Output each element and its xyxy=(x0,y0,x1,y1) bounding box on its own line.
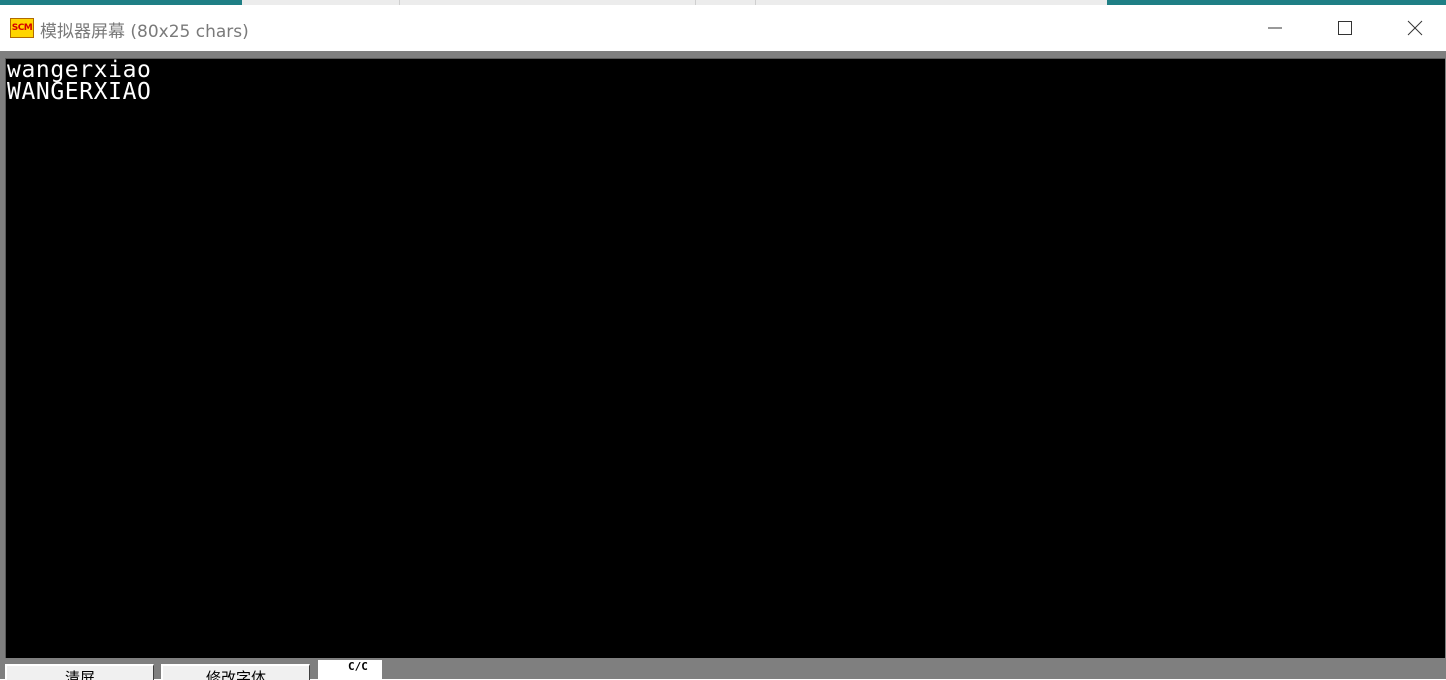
close-button[interactable] xyxy=(1380,5,1446,51)
maximize-button[interactable] xyxy=(1310,5,1380,51)
window-titlebar[interactable]: SCM 模拟器屏幕 (80x25 chars) xyxy=(0,5,1446,51)
window-title: 模拟器屏幕 (80x25 chars) xyxy=(40,22,249,42)
emulator-screen[interactable]: wangerxiao WANGERXIAO xyxy=(5,58,1445,658)
status-widget[interactable]: C/C xyxy=(318,660,382,679)
clear-screen-button[interactable]: 清屏 xyxy=(5,664,154,680)
change-font-button[interactable]: 修改字体 xyxy=(161,664,310,680)
scm-app-icon[interactable]: SCM xyxy=(10,18,34,38)
close-icon xyxy=(1407,20,1423,36)
app-icon-text: SCM xyxy=(11,23,33,33)
minimize-icon xyxy=(1268,27,1282,29)
minimize-button[interactable] xyxy=(1240,5,1310,51)
screen-line: WANGERXIAO xyxy=(7,79,152,105)
status-widget-text: C/C xyxy=(348,660,368,673)
maximize-icon xyxy=(1338,21,1352,35)
window-client-area: wangerxiao WANGERXIAO 清屏 修改字体 C/C xyxy=(0,51,1446,680)
